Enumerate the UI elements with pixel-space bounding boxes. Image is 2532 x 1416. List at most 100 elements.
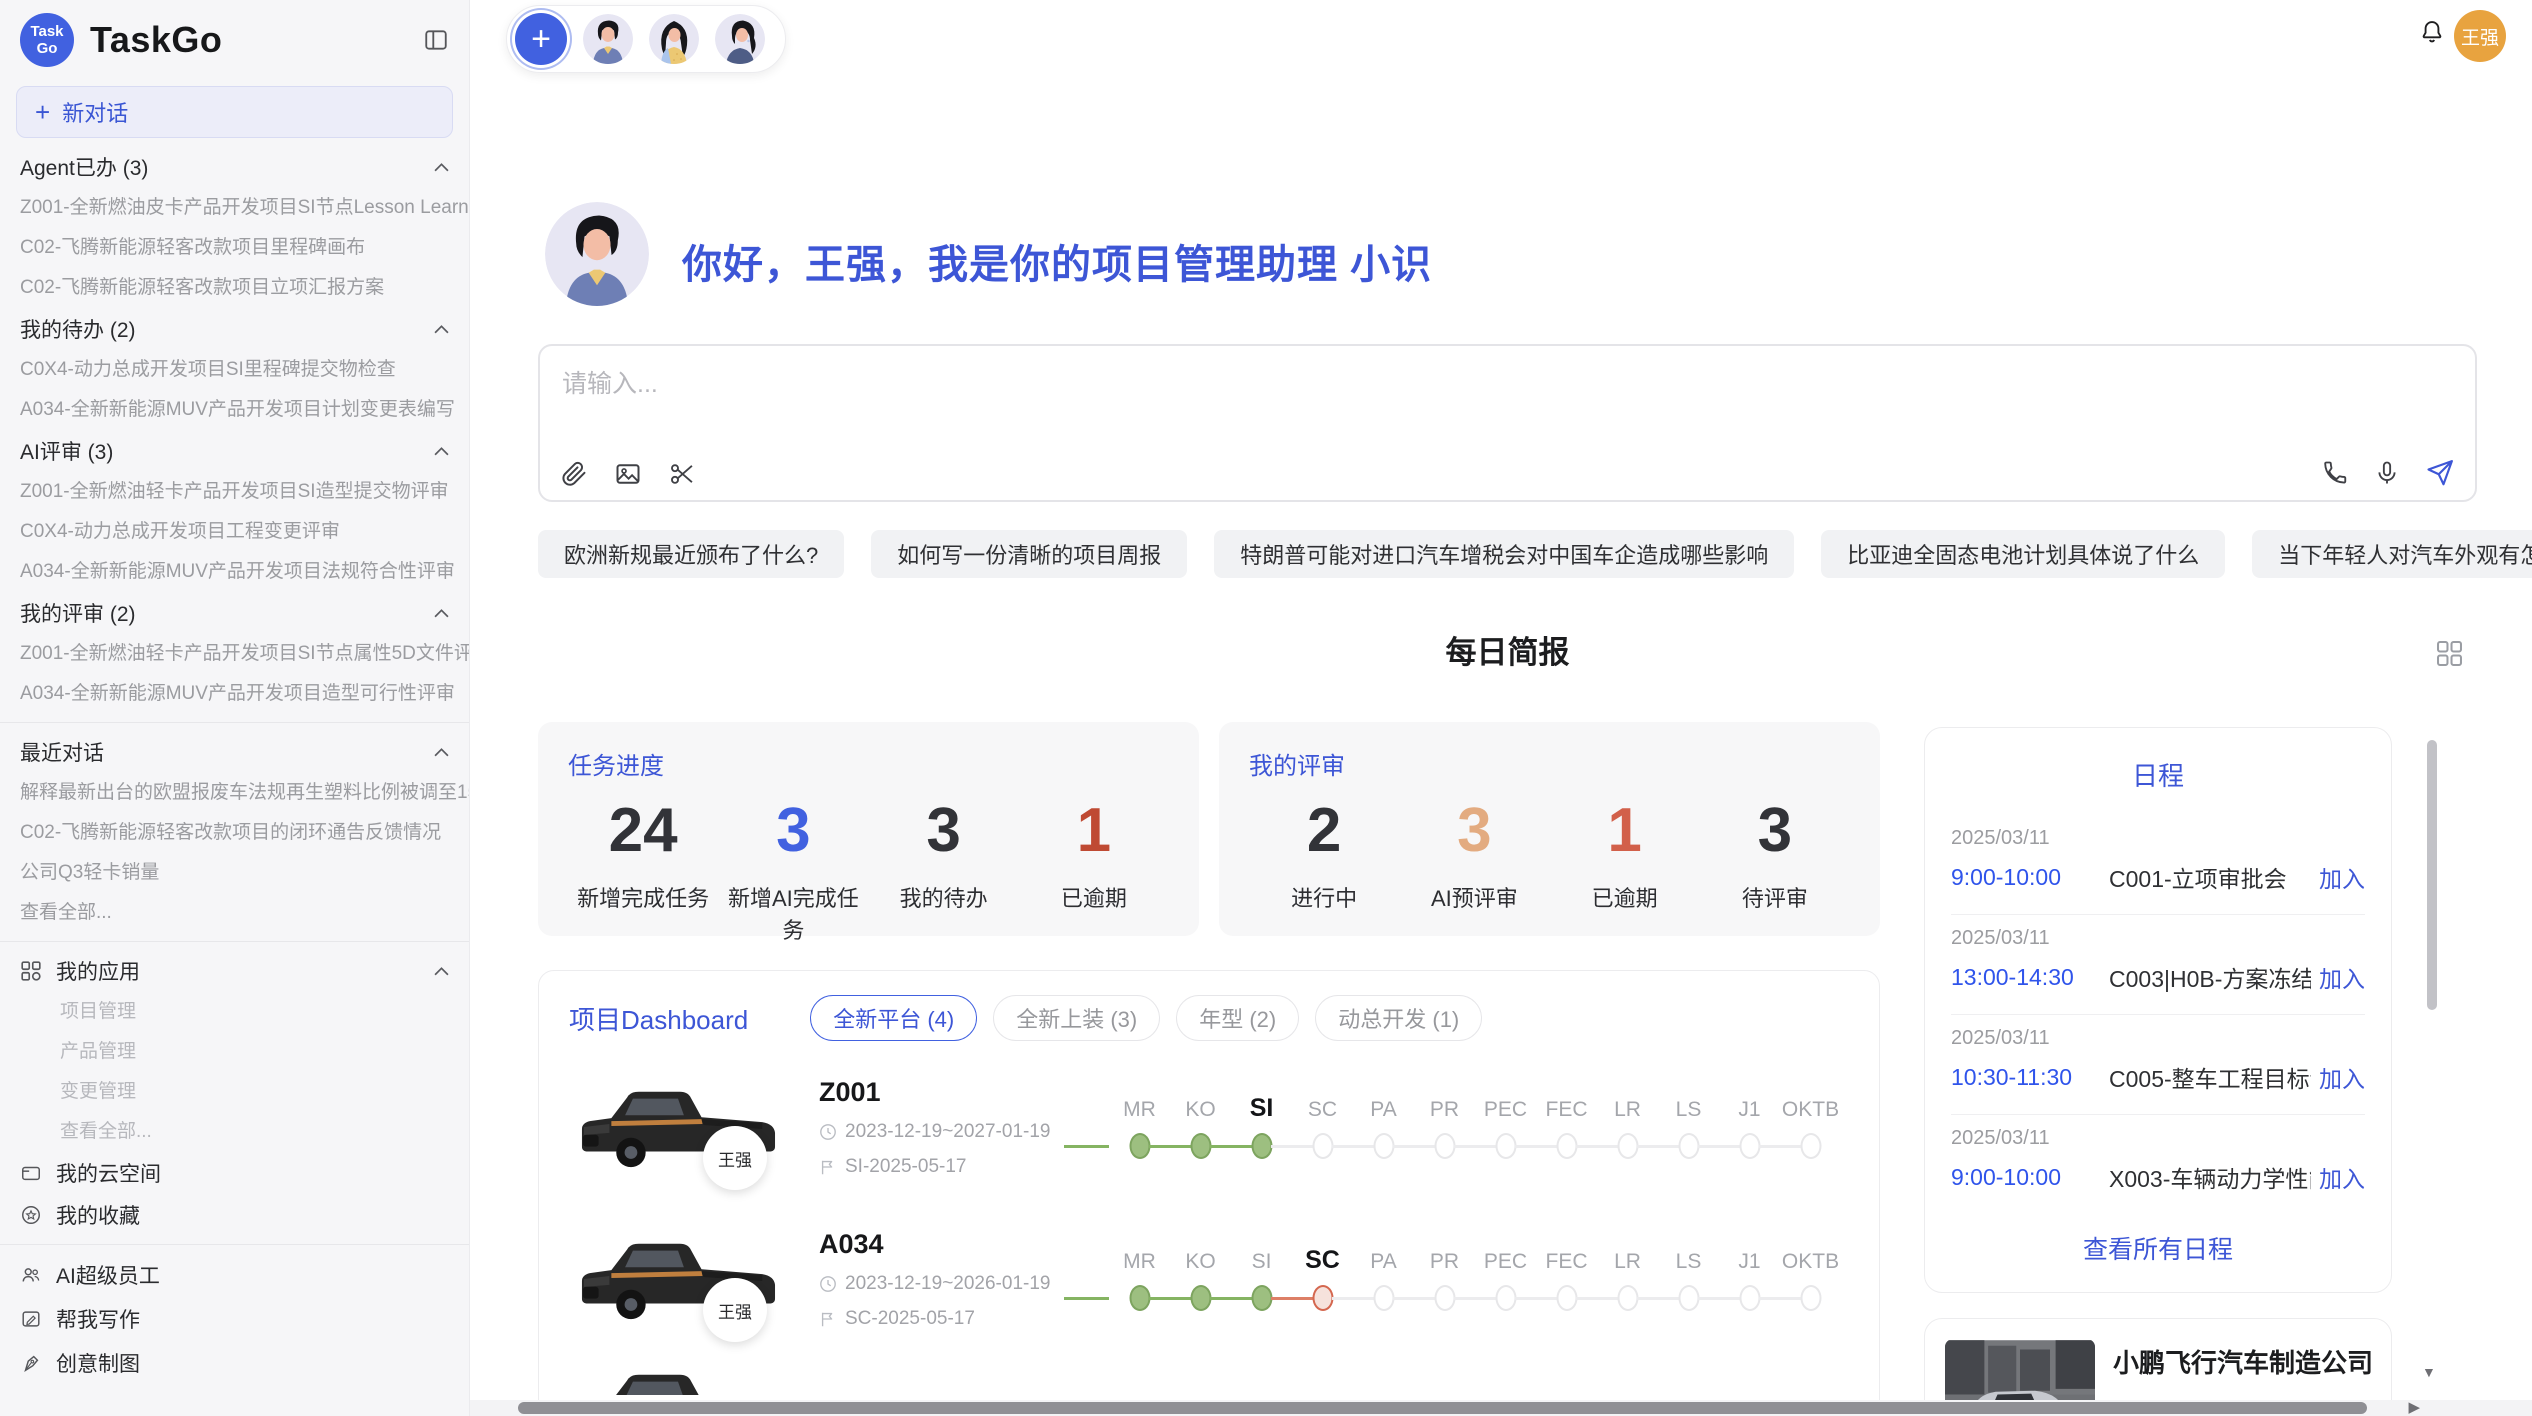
schedule-event-title: C003|H0B-方案冻结评审 bbox=[2109, 960, 2311, 994]
dashboard-tab[interactable]: 动总开发 (1) bbox=[1315, 995, 1482, 1041]
image-icon[interactable] bbox=[614, 460, 642, 488]
milestone-connector bbox=[1149, 1297, 1191, 1300]
member-avatar[interactable] bbox=[649, 14, 699, 64]
project-dashboard-card: 项目Dashboard 全新平台 (4)全新上装 (3)年型 (2)动总开发 (… bbox=[538, 970, 1880, 1416]
divider bbox=[0, 941, 469, 942]
phone-icon[interactable] bbox=[2321, 459, 2349, 487]
milestone-label: SC bbox=[1292, 1094, 1353, 1126]
sidebar-section-header[interactable]: AI评审 (3) bbox=[0, 430, 469, 472]
project-row[interactable]: 王强A0342023-12-19~2026-01-19SC-2025-05-17… bbox=[569, 1213, 1849, 1345]
horizontal-scrollbar-thumb[interactable] bbox=[518, 1402, 2367, 1414]
microphone-icon[interactable] bbox=[2373, 459, 2401, 487]
project-flag: SC-2025-05-17 bbox=[819, 1308, 1064, 1330]
dashboard-tab[interactable]: 年型 (2) bbox=[1176, 995, 1299, 1041]
stat-value: 1 bbox=[1019, 797, 1169, 865]
milestone-dot bbox=[1495, 1133, 1516, 1159]
greeting-text: 你好，王强，我是你的项目管理助理 小识 bbox=[682, 232, 1432, 290]
project-row[interactable]: 王强Z0012023-12-19~2027-01-19SI-2025-05-17… bbox=[569, 1061, 1849, 1193]
sidebar-task-item[interactable]: Z001-全新燃油轻卡产品开发项目SI造型提交物评审 bbox=[0, 472, 469, 512]
sidebar-task-item[interactable]: A034-全新新能源MUV产品开发项目法规符合性评审 bbox=[0, 552, 469, 592]
scroll-down-arrow[interactable]: ▼ bbox=[2422, 1364, 2436, 1380]
sidebar-item-my-apps[interactable]: 我的应用 bbox=[0, 950, 469, 992]
milestone-connector bbox=[1515, 1297, 1557, 1300]
sidebar-task-item[interactable]: Z001-全新燃油皮卡产品开发项目SI节点Lesson Learn报告 bbox=[0, 188, 469, 228]
sidebar-section-header[interactable]: Agent已办 (3) bbox=[0, 146, 469, 188]
milestone-connector bbox=[1759, 1145, 1801, 1148]
schedule-time: 9:00-10:00 bbox=[1951, 864, 2109, 891]
layout-grid-icon[interactable] bbox=[2436, 640, 2463, 667]
suggestion-chip[interactable]: 特朗普可能对进口汽车增税会对中国车企造成哪些影响 bbox=[1214, 530, 1794, 578]
milestone-label: PEC bbox=[1475, 1094, 1536, 1126]
my-apps-child-item[interactable]: 产品管理 bbox=[0, 1032, 469, 1072]
stat-cell: 24新增完成任务 bbox=[568, 797, 718, 945]
member-avatar[interactable] bbox=[583, 14, 633, 64]
member-avatar[interactable] bbox=[715, 14, 765, 64]
news-title: 小鹏飞行汽车制造公司增资 bbox=[2113, 1343, 2371, 1380]
vertical-scrollbar-thumb[interactable] bbox=[2427, 740, 2437, 1010]
sidebar-item-ai-staff[interactable]: AI超级员工 bbox=[0, 1253, 469, 1297]
stat-value: 3 bbox=[1700, 797, 1850, 865]
my-apps-child-item[interactable]: 项目管理 bbox=[0, 992, 469, 1032]
milestone-dot bbox=[1800, 1285, 1821, 1311]
milestone-connector bbox=[1210, 1145, 1252, 1148]
member-pillbar: + bbox=[506, 5, 786, 73]
project-info: Z0012023-12-19~2027-01-19SI-2025-05-17 bbox=[809, 1077, 1064, 1178]
sidebar-section-header[interactable]: 我的评审 (2) bbox=[0, 592, 469, 634]
schedule-date: 2025/03/11 bbox=[1951, 1127, 2365, 1150]
my-apps-child-item[interactable]: 变更管理 bbox=[0, 1072, 469, 1112]
scissors-icon[interactable] bbox=[668, 460, 696, 488]
recent-chat-item[interactable]: C02-飞腾新能源轻客改款项目的闭环通告反馈情况 bbox=[0, 813, 469, 853]
send-icon[interactable] bbox=[2425, 458, 2455, 488]
sidebar-item-favorites[interactable]: 我的收藏 bbox=[0, 1194, 469, 1236]
paperclip-icon[interactable] bbox=[560, 460, 588, 488]
join-link[interactable]: 加入 bbox=[2319, 860, 2365, 894]
notification-bell-icon[interactable] bbox=[2418, 18, 2446, 46]
join-link[interactable]: 加入 bbox=[2319, 960, 2365, 994]
recent-chats-header[interactable]: 最近对话 bbox=[0, 731, 469, 773]
sidebar-task-item[interactable]: A034-全新新能源MUV产品开发项目造型可行性评审 bbox=[0, 674, 469, 714]
stat-label: 进行中 bbox=[1249, 881, 1399, 913]
sidebar-task-item[interactable]: C02-飞腾新能源轻客改款项目立项汇报方案 bbox=[0, 268, 469, 308]
view-all-chats-link[interactable]: 查看全部... bbox=[0, 893, 469, 933]
sidebar-item-help-write[interactable]: 帮我写作 bbox=[0, 1297, 469, 1341]
suggestion-chip[interactable]: 当下年轻人对汽车外观有怎样的喜好趋势 bbox=[2252, 530, 2532, 578]
recent-chat-item[interactable]: 公司Q3轻卡销量 bbox=[0, 853, 469, 893]
milestone-dot bbox=[1129, 1133, 1150, 1159]
stats-card: 我的评审2进行中3AI预评审1已逾期3待评审 bbox=[1219, 722, 1880, 936]
suggestion-chip[interactable]: 欧洲新规最近颁布了什么? bbox=[538, 530, 844, 578]
sidebar-task-item[interactable]: C0X4-动力总成开发项目工程变更评审 bbox=[0, 512, 469, 552]
compose-icon bbox=[20, 1308, 42, 1330]
dashboard-tab[interactable]: 全新平台 (4) bbox=[810, 995, 977, 1041]
logo-text-bottom: Go bbox=[37, 40, 58, 57]
sidebar-item-creative-draw[interactable]: 创意制图 bbox=[0, 1341, 469, 1385]
sidebar-item-cloud-space[interactable]: 我的云空间 bbox=[0, 1152, 469, 1194]
user-avatar[interactable]: 王强 bbox=[2454, 10, 2506, 62]
suggestion-chip[interactable]: 比亚迪全固态电池计划具体说了什么 bbox=[1821, 530, 2225, 578]
sidebar-task-item[interactable]: Z001-全新燃油轻卡产品开发项目SI节点属性5D文件评审 bbox=[0, 634, 469, 674]
recent-chat-item[interactable]: 解释最新出台的欧盟报废车法规再生塑料比例被调至15%... bbox=[0, 773, 469, 813]
scroll-right-arrow[interactable]: ▶ bbox=[2408, 1400, 2420, 1416]
milestone-connector bbox=[1064, 1297, 1109, 1300]
chat-input[interactable] bbox=[560, 362, 2264, 436]
schedule-event-title: C001-立项审批会 bbox=[2109, 860, 2311, 894]
suggestion-chips: 欧洲新规最近颁布了什么? 如何写一份清晰的项目周报特朗普可能对进口汽车增税会对中国… bbox=[538, 530, 2477, 578]
sidebar-task-item[interactable]: A034-全新新能源MUV产品开发项目计划变更表编写 bbox=[0, 390, 469, 430]
sidebar-task-item[interactable]: C0X4-动力总成开发项目SI里程碑提交物检查 bbox=[0, 350, 469, 390]
sidebar-task-item[interactable]: C02-飞腾新能源轻客改款项目里程碑画布 bbox=[0, 228, 469, 268]
sidebar-section-header[interactable]: 我的待办 (2) bbox=[0, 308, 469, 350]
join-link[interactable]: 加入 bbox=[2319, 1060, 2365, 1094]
new-chat-button[interactable]: + 新对话 bbox=[16, 86, 453, 138]
add-member-button[interactable]: + bbox=[515, 13, 567, 65]
milestone-labels: MRKOSISCPAPRPECFECLRLSJ1OKTB bbox=[1064, 1244, 1849, 1278]
stat-cell: 3AI预评审 bbox=[1399, 797, 1549, 913]
divider bbox=[0, 1244, 469, 1245]
sidebar-collapse-icon[interactable] bbox=[423, 27, 449, 53]
view-all-schedule-link[interactable]: 查看所有日程 bbox=[1951, 1230, 2365, 1266]
view-all-apps-link[interactable]: 查看全部... bbox=[0, 1112, 469, 1152]
join-link[interactable]: 加入 bbox=[2319, 1160, 2365, 1194]
milestone-connector bbox=[1454, 1297, 1496, 1300]
dashboard-tab[interactable]: 全新上装 (3) bbox=[993, 995, 1160, 1041]
suggestion-chip[interactable]: 如何写一份清晰的项目周报 bbox=[871, 530, 1187, 578]
schedule-time: 9:00-10:00 bbox=[1951, 1164, 2109, 1191]
my-apps-label: 我的应用 bbox=[56, 956, 140, 986]
